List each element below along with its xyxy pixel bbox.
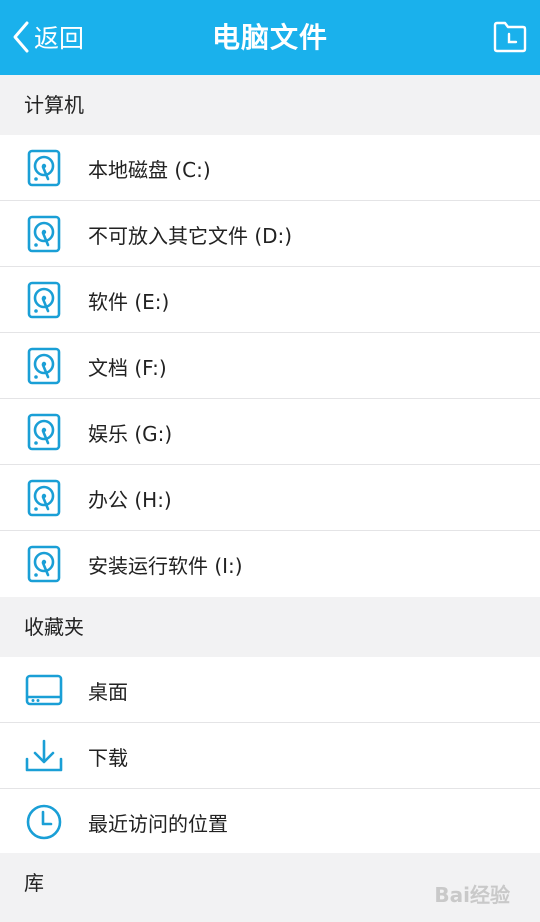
hard-disk-icon — [27, 479, 61, 517]
hard-disk-icon — [27, 413, 61, 451]
hard-disk-icon — [27, 347, 61, 385]
drive-label: 安装运行软件 (I:) — [88, 553, 243, 578]
favorite-label: 下载 — [88, 745, 128, 770]
favorite-label: 桌面 — [88, 679, 128, 704]
folder-clock-icon — [493, 21, 527, 53]
top-bar: 返回 电脑文件 — [0, 0, 540, 75]
drive-label: 文档 (F:) — [88, 355, 167, 380]
desktop-icon — [25, 674, 63, 706]
drive-item-c[interactable]: 本地磁盘 (C:) — [0, 135, 540, 201]
favorite-item-desktop[interactable]: 桌面 — [0, 657, 540, 723]
drive-item-e[interactable]: 软件 (E:) — [0, 267, 540, 333]
drive-item-f[interactable]: 文档 (F:) — [0, 333, 540, 399]
drive-label: 娱乐 (G:) — [88, 421, 173, 446]
drive-label: 软件 (E:) — [88, 289, 170, 314]
hard-disk-icon — [27, 149, 61, 187]
hard-disk-icon — [27, 215, 61, 253]
page-title: 电脑文件 — [211, 21, 328, 54]
hard-disk-icon — [27, 545, 61, 583]
favorite-item-download[interactable]: 下载 — [0, 723, 540, 789]
section-header-favorites: 收藏夹 — [0, 597, 540, 657]
section-header-computer: 计算机 — [0, 75, 540, 135]
watermark: Bai经验 — [434, 883, 510, 907]
drive-item-h[interactable]: 办公 (H:) — [0, 465, 540, 531]
drive-list: 本地磁盘 (C:) 不可放入其它文件 (D:) 软件 (E:) 文档 (F:) … — [0, 135, 540, 597]
clock-icon — [26, 804, 62, 840]
drive-item-i[interactable]: 安装运行软件 (I:) — [0, 531, 540, 597]
favorite-label: 最近访问的位置 — [88, 811, 228, 836]
drive-label: 不可放入其它文件 (D:) — [88, 223, 293, 248]
favorites-list: 桌面 下载 最近访问的位置 — [0, 657, 540, 855]
hard-disk-icon — [27, 281, 61, 319]
favorite-item-recent[interactable]: 最近访问的位置 — [0, 789, 540, 855]
drive-label: 办公 (H:) — [88, 487, 172, 512]
drive-label: 本地磁盘 (C:) — [88, 157, 211, 182]
drive-item-d[interactable]: 不可放入其它文件 (D:) — [0, 201, 540, 267]
download-icon — [25, 739, 63, 772]
recent-folder-button[interactable] — [492, 19, 528, 55]
drive-item-g[interactable]: 娱乐 (G:) — [0, 399, 540, 465]
